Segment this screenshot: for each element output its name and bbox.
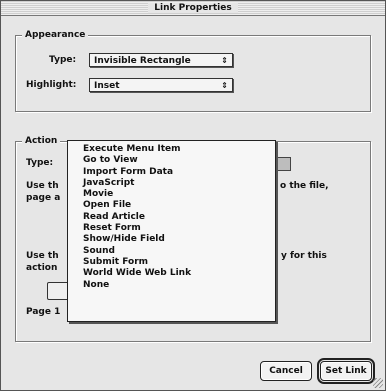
action-help-text-2-left: Use th <box>26 251 59 261</box>
menu-item[interactable]: Sound <box>68 246 275 257</box>
highlight-value: Inset <box>94 81 120 91</box>
menu-item[interactable]: JavaScript <box>68 178 275 189</box>
resize-grip-icon[interactable] <box>373 378 383 388</box>
popup-arrows-icon: ⇕ <box>221 56 228 65</box>
menu-item[interactable]: None <box>68 280 275 291</box>
title-bar[interactable]: Link Properties <box>1 1 385 16</box>
menu-item[interactable]: Open File <box>68 200 275 211</box>
action-type-label: Type: <box>26 158 54 168</box>
appearance-type-value: Invisible Rectangle <box>94 56 191 66</box>
cancel-button[interactable]: Cancel <box>260 361 312 381</box>
window-title: Link Properties <box>1 1 385 15</box>
appearance-group-label: Appearance <box>22 30 89 41</box>
action-help-text-1-line2: page a <box>26 193 61 203</box>
menu-item[interactable]: Reset Form <box>68 223 275 234</box>
action-type-menu: Execute Menu Item Go to View Import Form D… <box>67 140 276 322</box>
appearance-type-label: Type: <box>49 55 77 65</box>
set-link-button[interactable]: Set Link <box>317 358 375 384</box>
menu-item[interactable]: Read Article <box>68 212 275 223</box>
menu-item[interactable]: World Wide Web Link <box>68 268 275 279</box>
highlight-label: Highlight: <box>26 80 77 90</box>
action-help-text-2-line2: action <box>26 263 58 273</box>
popup-arrows-icon: ⇕ <box>221 81 228 90</box>
action-help-text-2-right: y for this <box>281 251 327 261</box>
action-group-label: Action <box>22 136 61 147</box>
menu-item[interactable]: Go to View <box>68 155 275 166</box>
menu-item[interactable]: Movie <box>68 189 275 200</box>
highlight-select[interactable]: Inset ⇕ <box>89 78 233 92</box>
appearance-type-select[interactable]: Invisible Rectangle ⇕ <box>89 53 233 67</box>
action-help-text-1-left: Use th <box>26 181 59 191</box>
menu-item[interactable]: Show/Hide Field <box>68 234 275 245</box>
menu-item[interactable]: Execute Menu Item <box>68 144 275 155</box>
page-label: Page 1 <box>26 307 61 317</box>
menu-item[interactable]: Submit Form <box>68 257 275 268</box>
action-help-text-1-right: o the file, <box>280 181 329 191</box>
link-properties-window: Link Properties Appearance Type: Invisib… <box>0 0 386 391</box>
appearance-group: Appearance <box>15 30 371 112</box>
menu-item[interactable]: Import Form Data <box>68 167 275 178</box>
